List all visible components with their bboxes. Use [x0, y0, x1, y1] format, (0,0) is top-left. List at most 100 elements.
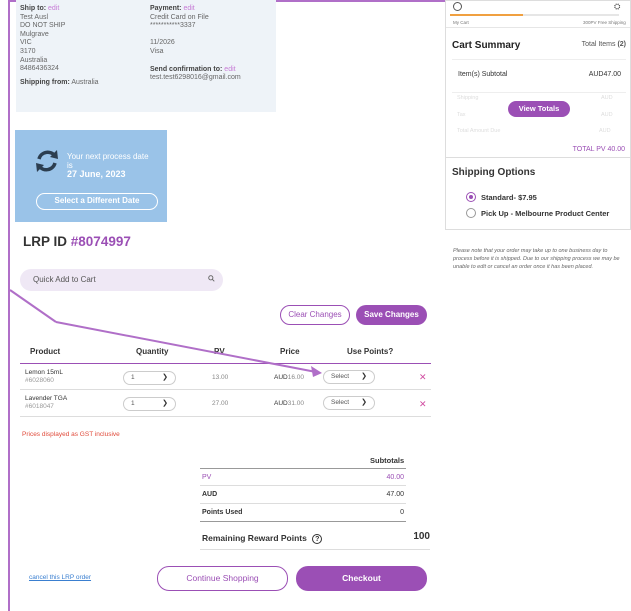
use-points-value: Select	[331, 399, 350, 406]
ship-to-line: 3170	[20, 47, 36, 55]
use-points-select[interactable]: Select ❯	[323, 396, 375, 410]
shipping-value: AUD	[601, 95, 613, 101]
gst-note: Prices displayed as GST inclusive	[22, 431, 120, 438]
total-items: Total Items (2)	[582, 41, 626, 48]
save-changes-button[interactable]: Save Changes	[356, 305, 427, 325]
shipping-radio-standard[interactable]	[466, 192, 476, 202]
table-header-divider	[20, 363, 431, 364]
row-currency: AUD	[274, 374, 288, 381]
cancel-lrp-link[interactable]: cancel this LRP order	[29, 574, 91, 581]
payment-line: Visa	[150, 47, 164, 55]
help-icon[interactable]: ?	[312, 534, 323, 544]
total-due-label: Total Amount Due	[457, 128, 501, 134]
row-pv: 27.00	[212, 400, 229, 407]
chevron-down-icon: ❯	[162, 400, 168, 407]
table-row-product: Lemon 15mL #6028060	[25, 369, 63, 384]
cart-icon[interactable]	[453, 2, 462, 11]
points-used-label: Points Used	[202, 509, 243, 516]
remaining-points-text: Remaining Reward Points	[202, 533, 307, 543]
clear-changes-button[interactable]: Clear Changes	[280, 305, 350, 325]
payment-line: Credit Card on File	[150, 13, 209, 21]
ship-to-label: Ship to:	[20, 5, 47, 12]
remove-item-icon[interactable]: ✕	[419, 399, 427, 410]
quantity-value: 1	[131, 374, 135, 381]
search-icon[interactable]	[208, 269, 215, 291]
total-due-value: AUD	[599, 128, 611, 134]
ship-to-line: 8486436324	[20, 65, 59, 73]
payment-label: Payment:	[150, 5, 182, 12]
ship-to-edit-link[interactable]: edit	[48, 5, 59, 12]
subtotals-divider	[200, 503, 406, 504]
subtotal-aud-value: 47.00	[386, 491, 404, 498]
row-price-value: 31.00	[287, 400, 305, 407]
header-pv: PV	[214, 347, 225, 356]
payment-line: ***********3337	[150, 22, 196, 30]
row-currency: AUD	[274, 400, 288, 407]
ship-to-line: VIC	[20, 39, 32, 47]
tax-label: Tax	[457, 112, 466, 118]
free-shipping-progress	[450, 14, 523, 16]
free-shipping-progress-track	[523, 14, 619, 16]
row-price-value: 16.00	[287, 374, 305, 381]
process-date: 27 June, 2023	[67, 169, 126, 179]
my-cart-label: My Cart	[453, 20, 469, 25]
total-items-label: Total Items	[581, 41, 616, 48]
lrp-title: LRP ID #8074997	[23, 234, 131, 249]
header-use-points: Use Points?	[347, 347, 394, 356]
panel-divider	[446, 157, 630, 158]
shipping-option-pickup[interactable]: Pick Up - Melbourne Product Center	[481, 209, 609, 218]
subtotal-pv-value: 40.00	[386, 474, 404, 481]
payment-line	[150, 31, 241, 40]
ship-to-line: DO NOT SHIP	[20, 22, 66, 30]
header-quantity: Quantity	[136, 347, 169, 356]
product-name: Lavender TGA	[25, 395, 68, 402]
cart-summary-title: Cart Summary	[452, 40, 521, 51]
panel-divider	[446, 27, 630, 28]
quantity-select[interactable]: 1 ❯	[123, 397, 176, 411]
points-used-value: 0	[400, 509, 404, 516]
product-sku: #6018047	[25, 402, 54, 410]
product-sku: #6028060	[25, 376, 54, 384]
header-price: Price	[280, 347, 300, 356]
header-product: Product	[30, 347, 61, 356]
remaining-points-value: 100	[413, 531, 430, 542]
quantity-value: 1	[131, 400, 135, 407]
subtotal-aud-label: AUD	[202, 491, 218, 498]
payment-section: Payment: edit Credit Card on File ******…	[150, 5, 241, 83]
subtotal-pv-label: PV	[202, 474, 212, 481]
payment-edit-link[interactable]: edit	[183, 5, 194, 12]
ship-to-line: Test Ausl	[20, 13, 49, 21]
chevron-down-icon: ❯	[162, 374, 168, 381]
refresh-icon	[36, 150, 58, 172]
checkout-button[interactable]: Checkout	[296, 566, 427, 591]
total-pv: TOTAL PV 40.00	[572, 146, 625, 153]
order-info-panel: Ship to: edit Test Ausl DO NOT SHIP Mulg…	[16, 0, 276, 112]
ship-to-line: Mulgrave	[20, 30, 49, 38]
view-totals-button[interactable]: View Totals	[508, 101, 570, 117]
quick-add-input[interactable]: Quick Add to Cart	[20, 269, 223, 291]
next-process-card: Your next process date is 27 June, 2023 …	[15, 130, 167, 222]
use-points-select[interactable]: Select ❯	[323, 370, 375, 384]
remove-item-icon[interactable]: ✕	[419, 372, 427, 383]
subtotals-title: Subtotals	[370, 456, 405, 465]
shipping-from-value: Australia	[71, 78, 99, 86]
continue-shopping-button[interactable]: Continue Shopping	[157, 566, 288, 591]
shipping-radio-pickup[interactable]	[466, 208, 476, 218]
select-date-button[interactable]: Select a Different Date	[36, 193, 158, 210]
process-line-1: Your next process date	[67, 152, 149, 161]
row-pv: 13.00	[212, 374, 229, 381]
quick-add-placeholder: Quick Add to Cart	[33, 275, 96, 284]
confirmation-edit-link[interactable]: edit	[224, 66, 235, 73]
subtotals-divider	[200, 549, 430, 550]
tax-value: AUD	[601, 112, 613, 118]
shipping-note: Please note that your order may take up …	[453, 248, 620, 270]
row-price: AUD16.00	[274, 374, 304, 381]
shipping-option-standard[interactable]: Standard- $7.95	[481, 193, 537, 202]
quantity-select[interactable]: 1 ❯	[123, 371, 176, 385]
chevron-down-icon: ❯	[361, 373, 367, 380]
use-points-value: Select	[331, 373, 350, 380]
process-date-text: Your next process date is 27 June, 2023	[67, 152, 149, 179]
truck-icon: ⛭	[614, 2, 621, 11]
shipping-label: Shipping	[457, 95, 479, 101]
row-price: AUD31.00	[274, 400, 304, 407]
